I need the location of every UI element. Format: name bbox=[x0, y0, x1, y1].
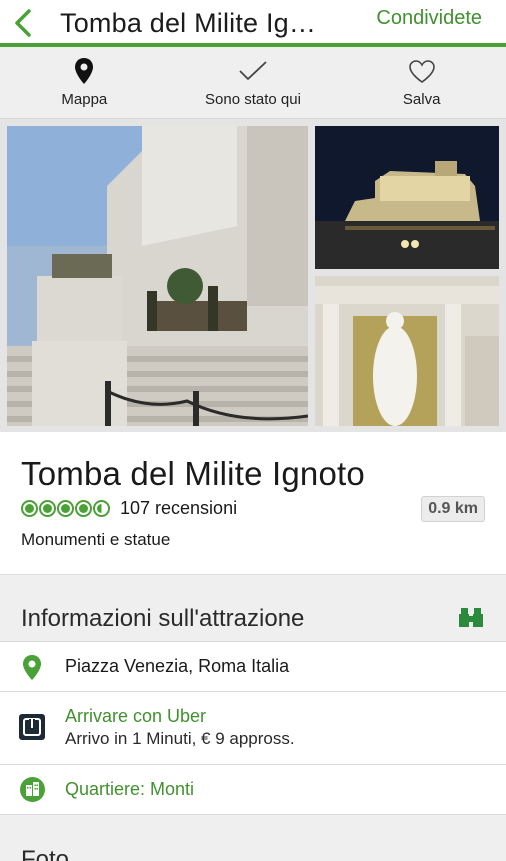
address-row[interactable]: Piazza Venezia, Roma Italia bbox=[0, 642, 506, 692]
uber-link[interactable]: Arrivare con Uber bbox=[65, 706, 295, 727]
been-here-label: Sono stato qui bbox=[205, 91, 301, 108]
map-pin-icon bbox=[75, 58, 94, 84]
photos-section-band bbox=[0, 815, 506, 861]
buildings-icon bbox=[20, 777, 45, 802]
map-button[interactable]: Mappa bbox=[0, 47, 169, 118]
action-bar: Mappa Sono stato qui Salva bbox=[0, 47, 506, 119]
neighborhood-link[interactable]: Quartiere: Monti bbox=[65, 779, 194, 800]
map-label: Mappa bbox=[61, 91, 108, 108]
uber-logo-icon bbox=[19, 714, 45, 740]
checkmark-icon bbox=[239, 61, 267, 80]
uber-row[interactable]: Arrivare con Uber Arrivo in 1 Minuti, € … bbox=[0, 692, 506, 765]
main-photo[interactable] bbox=[7, 126, 308, 426]
binoculars-icon bbox=[459, 608, 483, 627]
been-here-button[interactable]: Sono stato qui bbox=[169, 47, 338, 118]
attraction-name: Tomba del Milite Ignoto bbox=[21, 455, 365, 492]
rating-bubble-icon bbox=[75, 500, 92, 517]
heart-icon bbox=[408, 59, 435, 83]
location-pin-icon bbox=[23, 655, 41, 680]
statue-photo[interactable] bbox=[315, 276, 499, 426]
uber-eta: Arrivo in 1 Minuti, € 9 appross. bbox=[65, 729, 295, 748]
category-label: Monumenti e statue bbox=[21, 530, 171, 549]
chevron-left-icon bbox=[15, 9, 31, 37]
photos-section-title: Foto bbox=[21, 846, 70, 861]
rating-half-bubble-icon bbox=[93, 500, 110, 517]
address-text: Piazza Venezia, Roma Italia bbox=[65, 656, 290, 676]
photo-gallery bbox=[0, 119, 506, 432]
rating-bubble-icon bbox=[57, 500, 74, 517]
share-button[interactable]: Condividete bbox=[376, 7, 482, 30]
back-button[interactable] bbox=[0, 0, 46, 46]
night-photo[interactable] bbox=[315, 126, 499, 269]
section-title: Informazioni sull'attrazione bbox=[21, 605, 305, 632]
rating-row[interactable]: 107 recensioni bbox=[21, 498, 237, 519]
save-label: Salva bbox=[402, 91, 441, 108]
rating-bubble-icon bbox=[21, 500, 38, 517]
page-title: Tomba del Milite Ig… bbox=[60, 7, 317, 38]
top-nav-bar: Tomba del Milite Ig… Condividete bbox=[0, 0, 506, 46]
review-count[interactable]: 107 recensioni bbox=[120, 498, 237, 519]
neighborhood-row[interactable]: Quartiere: Monti bbox=[0, 765, 506, 815]
distance-badge: 0.9 km bbox=[421, 496, 485, 522]
save-button[interactable]: Salva bbox=[337, 47, 506, 118]
rating-bubble-icon bbox=[39, 500, 56, 517]
